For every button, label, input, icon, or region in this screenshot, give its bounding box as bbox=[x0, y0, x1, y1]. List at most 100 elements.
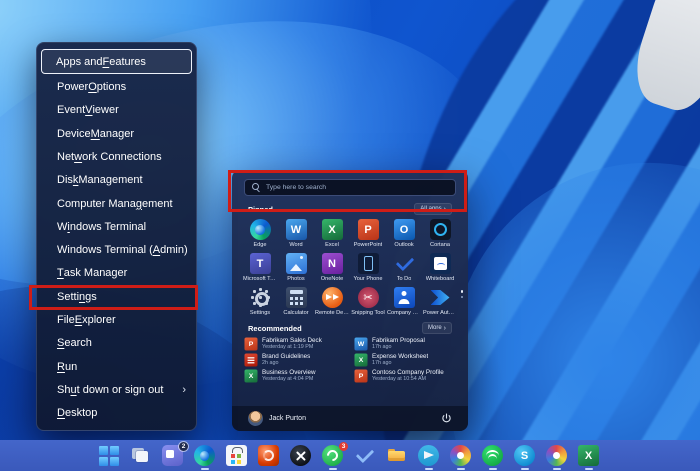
chevron-right-icon: › bbox=[443, 205, 446, 213]
menu-item-power-options[interactable]: Power Options bbox=[37, 75, 196, 98]
menu-item-label-post: anager bbox=[99, 127, 135, 140]
recommended-item-contoso-company-profile[interactable]: Contoso Company ProfileYesterday at 10:5… bbox=[353, 368, 456, 383]
pinned-app-your-phone[interactable]: Your Phone bbox=[350, 252, 386, 283]
menu-item-computer-management[interactable]: Computer Mana g ement bbox=[37, 192, 196, 215]
menu-item-label-pre: Dis bbox=[57, 174, 73, 187]
taskbar-spotify-button[interactable] bbox=[482, 445, 503, 470]
pinned-app-settings[interactable]: Settings bbox=[242, 286, 278, 317]
taskbar-photos-button[interactable] bbox=[450, 445, 471, 470]
more-button[interactable]: More › bbox=[421, 322, 452, 334]
pinned-app-excel[interactable]: Excel bbox=[314, 218, 350, 249]
menu-item-windows-terminal[interactable]: Wi ndows Terminal bbox=[37, 215, 196, 238]
pinned-app-to-do[interactable]: To Do bbox=[386, 252, 422, 283]
taskbar-office-button[interactable] bbox=[258, 445, 279, 466]
menu-item-shut-down-or-sign-out[interactable]: Sh u t down or sign out › bbox=[37, 378, 196, 401]
pinned-app-onenote[interactable]: OneNote bbox=[314, 252, 350, 283]
pinned-app-remote-desktop[interactable]: Remote Desktop bbox=[314, 286, 350, 317]
menu-item-windows-terminal-admin[interactable]: Windows Terminal (Admin) bbox=[37, 239, 196, 262]
taskbar-xbox-button[interactable] bbox=[290, 445, 311, 466]
menu-item-settings[interactable]: Setti n gs bbox=[37, 285, 196, 308]
menu-item-disk-management[interactable]: Dis k Management bbox=[37, 169, 196, 192]
pinned-app-edge[interactable]: Edge bbox=[242, 218, 278, 249]
pinned-app-label: Company Portal bbox=[387, 310, 421, 316]
taskbar-telegram-button[interactable] bbox=[418, 445, 439, 470]
start-icon bbox=[98, 445, 119, 466]
pinned-app-label: Calculator bbox=[283, 310, 309, 316]
running-indicator bbox=[424, 468, 433, 470]
menu-item-label-post: esktop bbox=[64, 407, 98, 420]
all-apps-button[interactable]: All apps › bbox=[414, 203, 452, 215]
menu-item-event-viewer[interactable]: Event Viewer bbox=[37, 99, 196, 122]
menu-item-label-post: ndows Terminal bbox=[69, 220, 147, 233]
taskbar-task-view-button[interactable] bbox=[130, 445, 151, 466]
taskbar-todo-button[interactable] bbox=[354, 445, 375, 466]
recommended-file-icon bbox=[243, 352, 258, 367]
pinned-app-power-automate[interactable]: Power Automate bbox=[422, 286, 458, 317]
recommended-file-icon bbox=[353, 352, 368, 367]
spotify-icon bbox=[482, 445, 503, 466]
settings-app-icon bbox=[250, 287, 271, 308]
store-icon bbox=[226, 445, 247, 466]
menu-item-label-pre: Computer Mana bbox=[57, 197, 136, 210]
company-portal-icon bbox=[393, 287, 415, 308]
recommended-item-business-overview[interactable]: Business OverviewYesterday at 4:04 PM bbox=[243, 368, 346, 383]
pinned-app-label: Cortana bbox=[430, 242, 450, 248]
menu-item-label-pre: Setti bbox=[57, 290, 80, 303]
pinned-app-label: Your Phone bbox=[353, 276, 383, 282]
menu-item-label-accel: M bbox=[90, 127, 100, 140]
taskbar-excel-button[interactable] bbox=[578, 445, 599, 470]
recommended-heading: Recommended bbox=[248, 323, 302, 333]
pinned-app-label: Settings bbox=[249, 310, 271, 316]
file-pdf-icon bbox=[243, 352, 258, 367]
pinned-app-label: To Do bbox=[396, 276, 412, 282]
recommended-item-title: Contoso Company Profile bbox=[372, 369, 444, 376]
pinned-app-label: OneNote bbox=[320, 276, 344, 282]
pinned-app-company-portal[interactable]: Company Portal bbox=[386, 286, 422, 317]
taskbar-file-explorer-button[interactable] bbox=[386, 445, 407, 466]
taskbar-skype-button[interactable] bbox=[514, 445, 535, 470]
menu-item-label-post: earch bbox=[64, 337, 92, 350]
menu-item-apps-and-features[interactable]: Apps and Features bbox=[41, 49, 192, 75]
photos-app-icon bbox=[285, 253, 307, 274]
pinned-app-outlook[interactable]: Outlook bbox=[386, 218, 422, 249]
menu-item-label-accel: w bbox=[74, 150, 83, 163]
taskbar-store-button[interactable] bbox=[226, 445, 247, 466]
pinned-app-word[interactable]: Word bbox=[278, 218, 314, 249]
recommended-item-fabrikam-proposal[interactable]: Fabrikam Proposal17h ago bbox=[353, 336, 456, 351]
skype-icon bbox=[514, 445, 535, 466]
menu-item-search[interactable]: Search bbox=[37, 332, 196, 355]
taskbar-whatsapp-button[interactable]: 3 bbox=[322, 442, 348, 470]
taskbar-start-button[interactable] bbox=[98, 445, 119, 466]
recommended-item-meta: 17h ago bbox=[372, 344, 392, 350]
taskbar-edge-button[interactable] bbox=[194, 445, 215, 470]
menu-item-network-connections[interactable]: Net w ork Connections bbox=[37, 145, 196, 168]
pinned-app-cortana[interactable]: Cortana bbox=[422, 218, 458, 249]
taskbar-paint-button[interactable] bbox=[546, 445, 567, 470]
pinned-app-microsoft-teams[interactable]: Microsoft Teams bbox=[242, 252, 278, 283]
recommended-grid: Fabrikam Sales DeckYesterday at 1:19 PM F… bbox=[232, 336, 468, 383]
pinned-app-label: Remote Desktop bbox=[315, 310, 349, 316]
power-button[interactable] bbox=[441, 413, 452, 424]
pinned-app-label: Edge bbox=[253, 242, 267, 248]
menu-item-task-manager[interactable]: Task Manager bbox=[37, 262, 196, 285]
pinned-app-calculator[interactable]: Calculator bbox=[278, 286, 314, 317]
user-profile-button[interactable]: Jack Purton bbox=[248, 411, 306, 426]
recommended-item-fabrikam-sales-deck[interactable]: Fabrikam Sales DeckYesterday at 1:19 PM bbox=[243, 336, 346, 351]
pinned-app-snipping-tool[interactable]: Snipping Tool bbox=[350, 286, 386, 317]
pinned-app-photos[interactable]: Photos bbox=[278, 252, 314, 283]
recommended-item-brand-guidelines[interactable]: Brand Guidelines 2h ago bbox=[243, 352, 346, 367]
menu-item-run[interactable]: Run bbox=[37, 355, 196, 378]
menu-item-desktop[interactable]: Desktop bbox=[37, 402, 196, 425]
menu-item-device-manager[interactable]: Device Manager bbox=[37, 122, 196, 145]
taskbar-teams-chat-button[interactable]: 2 bbox=[162, 442, 188, 466]
menu-item-file-explorer[interactable]: File Explorer bbox=[37, 308, 196, 331]
pinned-scroll-dots[interactable] bbox=[460, 290, 463, 298]
paint-icon bbox=[546, 445, 567, 466]
pinned-heading: Pinned bbox=[248, 204, 274, 214]
recommended-item-meta: Yesterday at 10:54 AM bbox=[372, 376, 427, 382]
pinned-app-powerpoint[interactable]: PowerPoint bbox=[350, 218, 386, 249]
search-input[interactable]: Type here to search bbox=[244, 179, 456, 196]
pinned-app-whiteboard[interactable]: Whiteboard bbox=[422, 252, 458, 283]
edge-icon bbox=[194, 445, 215, 466]
recommended-item-expense-worksheet[interactable]: Expense Worksheet17h ago bbox=[353, 352, 456, 367]
